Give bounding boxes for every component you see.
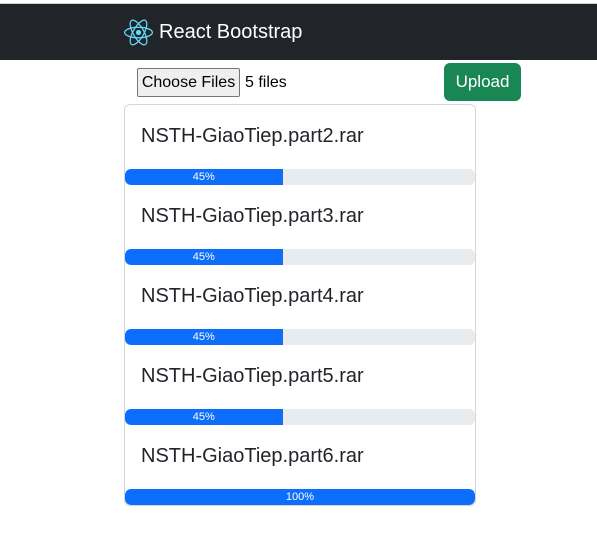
progress-track: 45% bbox=[125, 329, 475, 345]
file-name: NSTH-GiaoTiep.part5.rar bbox=[141, 365, 364, 387]
progress-track: 100% bbox=[125, 489, 475, 505]
upload-button[interactable]: Upload bbox=[444, 63, 521, 101]
choose-files-button[interactable]: Choose Files bbox=[137, 68, 240, 97]
file-name: NSTH-GiaoTiep.part4.rar bbox=[141, 285, 364, 307]
file-item: NSTH-GiaoTiep.part2.rar 45% bbox=[125, 105, 475, 185]
progress-bar: 45% bbox=[125, 409, 283, 425]
navbar-brand[interactable]: React Bootstrap bbox=[124, 18, 302, 47]
progress-bar: 45% bbox=[125, 169, 283, 185]
progress-track: 45% bbox=[125, 249, 475, 265]
selected-files-count: 5 files bbox=[245, 74, 287, 91]
progress-bar: 45% bbox=[125, 249, 283, 265]
progress-track: 45% bbox=[125, 169, 475, 185]
brand-title: React Bootstrap bbox=[159, 21, 303, 43]
progress-track: 45% bbox=[125, 409, 475, 425]
file-item: NSTH-GiaoTiep.part5.rar 45% bbox=[125, 345, 475, 425]
file-item: NSTH-GiaoTiep.part4.rar 45% bbox=[125, 265, 475, 345]
navbar: React Bootstrap bbox=[0, 4, 597, 60]
file-item: NSTH-GiaoTiep.part3.rar 45% bbox=[125, 185, 475, 265]
file-name: NSTH-GiaoTiep.part2.rar bbox=[141, 125, 364, 147]
progress-bar: 45% bbox=[125, 329, 283, 345]
file-name: NSTH-GiaoTiep.part6.rar bbox=[141, 445, 364, 467]
progress-bar: 100% bbox=[125, 489, 475, 505]
file-name: NSTH-GiaoTiep.part3.rar bbox=[141, 205, 364, 227]
react-atom-icon bbox=[124, 19, 153, 46]
upload-form: Choose Files 5 files Upload bbox=[0, 60, 597, 104]
file-list-card: NSTH-GiaoTiep.part2.rar 45% NSTH-GiaoTie… bbox=[124, 104, 476, 506]
file-item: NSTH-GiaoTiep.part6.rar 100% bbox=[125, 425, 475, 505]
